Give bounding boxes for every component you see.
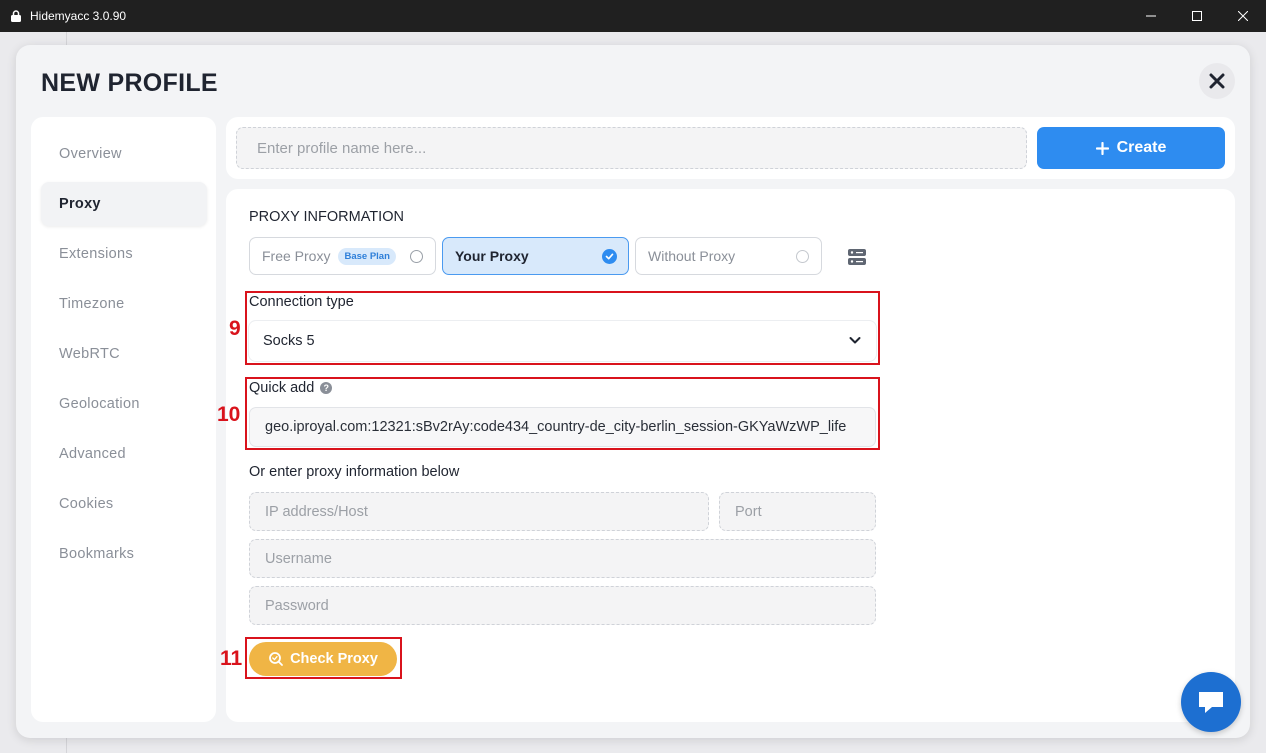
plus-icon — [1095, 141, 1109, 155]
server-list-icon[interactable] — [847, 247, 867, 267]
create-button-label: Create — [1116, 139, 1167, 156]
sidebar-item-label: Extensions — [59, 246, 133, 262]
manual-entry-label: Or enter proxy information below — [249, 464, 460, 480]
close-icon — [1209, 73, 1225, 89]
sidebar-item-proxy[interactable]: Proxy — [41, 182, 207, 226]
close-window-button[interactable] — [1220, 0, 1266, 32]
sidebar-item-bookmarks[interactable]: Bookmarks — [41, 532, 207, 576]
close-window-icon — [1238, 11, 1248, 21]
sidebar-item-timezone[interactable]: Timezone — [41, 282, 207, 326]
tab-without-proxy[interactable]: Without Proxy — [635, 237, 822, 275]
maximize-button[interactable] — [1174, 0, 1220, 32]
minimize-icon — [1146, 15, 1156, 17]
radio-unchecked-icon — [410, 250, 423, 263]
sidebar-item-webrtc[interactable]: WebRTC — [41, 332, 207, 376]
annotation-box-quick-add — [245, 377, 880, 450]
annotation-number-10: 10 — [217, 403, 241, 426]
app-lock-icon — [11, 10, 21, 22]
sidebar-item-label: Bookmarks — [59, 546, 135, 562]
section-title: PROXY INFORMATION — [249, 209, 404, 225]
tab-label: Without Proxy — [648, 248, 736, 264]
window-controls — [1128, 0, 1266, 32]
check-circle-icon — [602, 249, 617, 264]
sidebar-item-label: Overview — [59, 146, 122, 162]
create-button[interactable]: Create — [1037, 127, 1225, 169]
sidebar-item-advanced[interactable]: Advanced — [41, 432, 207, 476]
modal-title: NEW PROFILE — [41, 69, 218, 97]
username-input[interactable] — [249, 539, 876, 578]
window-title: Hidemyacc 3.0.90 — [30, 9, 127, 23]
port-input[interactable] — [719, 492, 876, 531]
chat-widget-button[interactable] — [1181, 672, 1241, 732]
sidebar-item-label: Proxy — [59, 196, 101, 212]
base-plan-badge: Base Plan — [338, 247, 396, 265]
ip-host-input[interactable] — [249, 492, 709, 531]
tab-free-proxy[interactable]: Free Proxy Base Plan — [249, 237, 436, 275]
close-modal-button[interactable] — [1199, 63, 1235, 99]
profile-name-input[interactable] — [236, 127, 1027, 169]
sidebar-item-label: Geolocation — [59, 396, 140, 412]
sidebar-item-cookies[interactable]: Cookies — [41, 482, 207, 526]
window-titlebar: Hidemyacc 3.0.90 — [0, 0, 1266, 32]
tab-your-proxy[interactable]: Your Proxy — [442, 237, 629, 275]
profile-sidebar: Overview Proxy Extensions Timezone WebRT… — [31, 117, 216, 722]
maximize-icon — [1192, 11, 1202, 21]
minimize-button[interactable] — [1128, 0, 1174, 32]
sidebar-item-label: Cookies — [59, 496, 114, 512]
sidebar-item-label: Advanced — [59, 446, 126, 462]
sidebar-item-label: WebRTC — [59, 346, 120, 362]
sidebar-item-overview[interactable]: Overview — [41, 132, 207, 176]
profile-name-bar: Create — [226, 117, 1235, 179]
sidebar-item-geolocation[interactable]: Geolocation — [41, 382, 207, 426]
tab-label: Your Proxy — [455, 248, 529, 264]
sidebar-item-label: Timezone — [59, 296, 125, 312]
tab-label: Free Proxy — [262, 248, 331, 264]
radio-unchecked-icon — [796, 250, 809, 263]
annotation-number-11: 11 — [220, 647, 243, 670]
sidebar-item-extensions[interactable]: Extensions — [41, 232, 207, 276]
annotation-box-check-proxy — [245, 637, 402, 679]
chat-bubble-icon — [1199, 692, 1223, 713]
annotation-number-9: 9 — [229, 317, 241, 340]
password-input[interactable] — [249, 586, 876, 625]
annotation-box-connection-type — [245, 291, 880, 365]
